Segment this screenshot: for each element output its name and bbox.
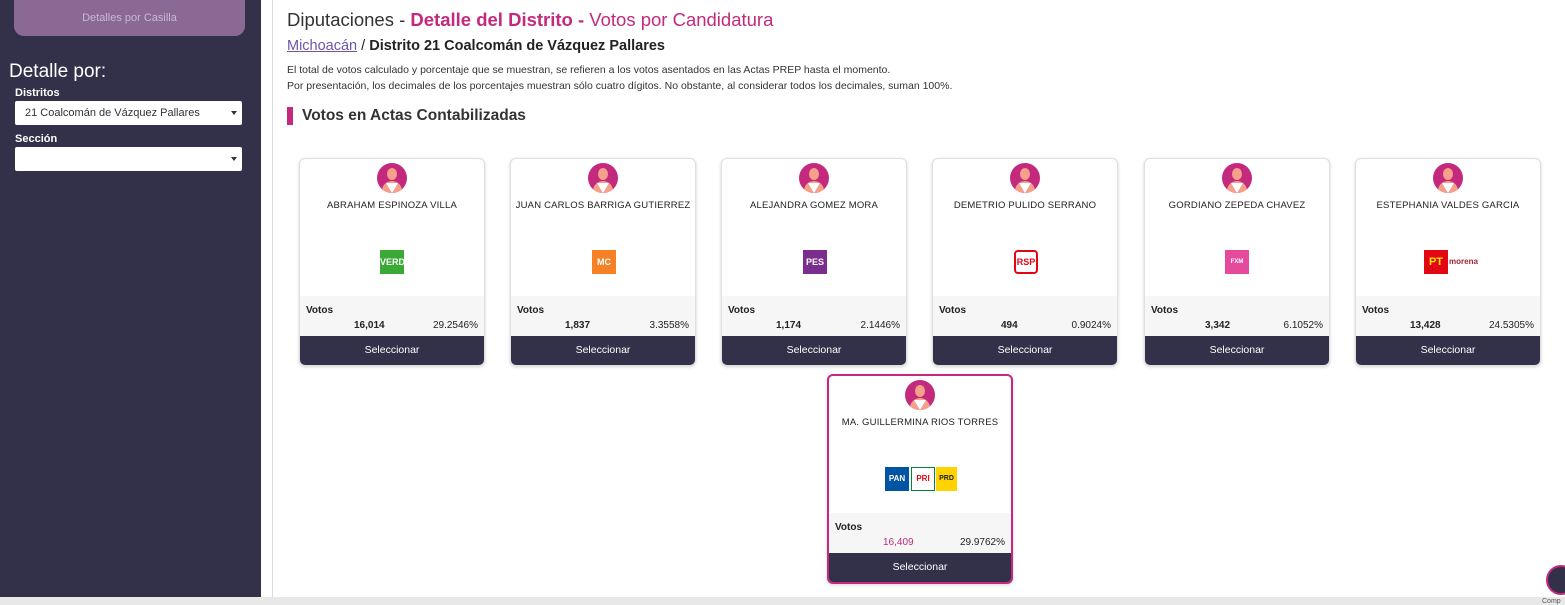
avatar-icon bbox=[905, 380, 935, 410]
votes-count: 16,014 bbox=[354, 320, 385, 331]
avatar-icon bbox=[377, 163, 407, 193]
breadcrumb-current: Distrito 21 Coalcomán de Vázquez Pallare… bbox=[369, 38, 665, 54]
avatar-icon bbox=[1222, 163, 1252, 193]
note-line-1: El total de votos calculado y porcentaje… bbox=[287, 64, 891, 76]
votes-label: Votos bbox=[1362, 305, 1390, 316]
candidate-card: ALEJANDRA GOMEZ MORA PES Votos 1,174 2.1… bbox=[721, 158, 907, 366]
caret-down-icon bbox=[231, 111, 237, 115]
select-button[interactable]: Seleccionar bbox=[1356, 336, 1540, 365]
votes-label: Votos bbox=[517, 305, 545, 316]
candidate-name: DEMETRIO PULIDO SERRANO bbox=[953, 200, 1097, 211]
party-logo-rsp: RSP bbox=[1014, 250, 1038, 274]
party-logo-prd: PRD bbox=[936, 467, 957, 491]
section-title: Votos en Actas Contabilizadas bbox=[302, 107, 526, 124]
votes-count: 13,428 bbox=[1410, 320, 1441, 331]
votes-count: 1,174 bbox=[776, 320, 802, 331]
seccion-label: Sección bbox=[15, 133, 58, 145]
party-logo-morena: morena bbox=[1449, 250, 1478, 274]
title-votes: Votos por Candidatura bbox=[589, 9, 774, 30]
title-district: Detalle del Distrito - bbox=[410, 9, 590, 30]
votes-count: 1,837 bbox=[565, 320, 591, 331]
distritos-select-value: 21 Coalcomán de Vázquez Pallares bbox=[25, 107, 200, 119]
party-logo-pt: PT bbox=[1424, 250, 1448, 274]
votes-label: Votos bbox=[835, 522, 863, 533]
party-logo-mc: MC bbox=[592, 250, 616, 274]
votes-label: Votos bbox=[1151, 305, 1179, 316]
votes-area: Votos 16,409 29.9762% bbox=[829, 513, 1011, 555]
candidate-name: ABRAHAM ESPINOZA VILLA bbox=[326, 200, 458, 211]
select-button[interactable]: Seleccionar bbox=[829, 553, 1011, 582]
candidate-name: ALEJANDRA GOMEZ MORA bbox=[749, 200, 879, 211]
select-button[interactable]: Seleccionar bbox=[511, 336, 695, 365]
select-button[interactable]: Seleccionar bbox=[1145, 336, 1329, 365]
votes-area: Votos 494 0.9024% bbox=[933, 296, 1117, 338]
distritos-select[interactable]: 21 Coalcomán de Vázquez Pallares bbox=[15, 101, 242, 125]
share-label: Comp bbox=[1542, 598, 1561, 605]
candidate-card: ESTEPHANIA VALDES GARCIA PT morena Votos… bbox=[1355, 158, 1541, 366]
breadcrumb-separator: / bbox=[357, 38, 370, 54]
votes-area: Votos 1,174 2.1446% bbox=[722, 296, 906, 338]
votes-percent: 3.3558% bbox=[649, 320, 689, 331]
detalles-casilla-button[interactable]: Detalles por Casilla bbox=[14, 0, 245, 36]
page-title: Diputaciones - Detalle del Distrito - Vo… bbox=[287, 9, 773, 31]
votes-count: 494 bbox=[1001, 320, 1018, 331]
avatar-icon bbox=[588, 163, 618, 193]
candidate-card: ABRAHAM ESPINOZA VILLA VERDE Votos 16,01… bbox=[299, 158, 485, 366]
avatar-icon bbox=[799, 163, 829, 193]
note-line-2: Por presentación, los decimales de los p… bbox=[287, 80, 953, 92]
candidate-card-selected: MA. GUILLERMINA RIOS TORRES PAN PRI PRD … bbox=[827, 374, 1013, 584]
party-logo-pri: PRI bbox=[911, 467, 935, 491]
select-button[interactable]: Seleccionar bbox=[933, 336, 1117, 365]
votes-percent: 0.9024% bbox=[1071, 320, 1111, 331]
party-logo-fxm: FXM bbox=[1225, 250, 1249, 274]
breadcrumb: Michoacán / Distrito 21 Coalcomán de Váz… bbox=[287, 38, 665, 54]
party-logo-pes: PES bbox=[803, 250, 827, 274]
candidate-name: GORDIANO ZEPEDA CHAVEZ bbox=[1168, 200, 1306, 211]
caret-down-icon bbox=[231, 157, 237, 161]
candidate-name: JUAN CARLOS BARRIGA GUTIERREZ bbox=[515, 200, 691, 211]
seccion-select[interactable] bbox=[15, 147, 242, 171]
candidate-card: DEMETRIO PULIDO SERRANO RSP Votos 494 0.… bbox=[932, 158, 1118, 366]
select-button[interactable]: Seleccionar bbox=[300, 336, 484, 365]
breadcrumb-link-michoacan[interactable]: Michoacán bbox=[287, 38, 357, 54]
votes-label: Votos bbox=[728, 305, 756, 316]
votes-label: Votos bbox=[939, 305, 967, 316]
title-prefix: Diputaciones - bbox=[287, 9, 411, 30]
votes-count: 3,342 bbox=[1205, 320, 1231, 331]
party-logo-verde: VERDE bbox=[380, 250, 411, 274]
candidate-name: MA. GUILLERMINA RIOS TORRES bbox=[841, 417, 999, 428]
share-icon[interactable] bbox=[1546, 565, 1565, 595]
votes-area: Votos 1,837 3.3558% bbox=[511, 296, 695, 338]
party-logo-pan: PAN bbox=[885, 467, 909, 491]
candidate-card: GORDIANO ZEPEDA CHAVEZ FXM Votos 3,342 6… bbox=[1144, 158, 1330, 366]
votes-count: 16,409 bbox=[883, 537, 914, 548]
votes-area: Votos 13,428 24.5305% bbox=[1356, 296, 1540, 338]
votes-label: Votos bbox=[306, 305, 334, 316]
content-divider bbox=[272, 0, 273, 597]
select-button[interactable]: Seleccionar bbox=[722, 336, 906, 365]
avatar-icon bbox=[1010, 163, 1040, 193]
votes-percent: 24.5305% bbox=[1488, 320, 1534, 331]
section-accent-bar bbox=[287, 107, 293, 125]
votes-area: Votos 3,342 6.1052% bbox=[1145, 296, 1329, 338]
votes-area: Votos 16,014 29.2546% bbox=[300, 296, 484, 338]
detalle-title: Detalle por: bbox=[9, 61, 107, 82]
avatar-icon bbox=[1433, 163, 1463, 193]
sidebar: Detalles por Casilla Detalle por: Distri… bbox=[0, 0, 261, 605]
horizontal-scrollbar[interactable] bbox=[0, 597, 1565, 605]
candidate-name: ESTEPHANIA VALDES GARCIA bbox=[1376, 200, 1520, 211]
distritos-label: Distritos bbox=[15, 87, 60, 99]
votes-percent: 29.9762% bbox=[959, 537, 1005, 548]
votes-percent: 6.1052% bbox=[1283, 320, 1323, 331]
votes-percent: 29.2546% bbox=[432, 320, 478, 331]
candidate-card: JUAN CARLOS BARRIGA GUTIERREZ MC Votos 1… bbox=[510, 158, 696, 366]
votes-percent: 2.1446% bbox=[860, 320, 900, 331]
